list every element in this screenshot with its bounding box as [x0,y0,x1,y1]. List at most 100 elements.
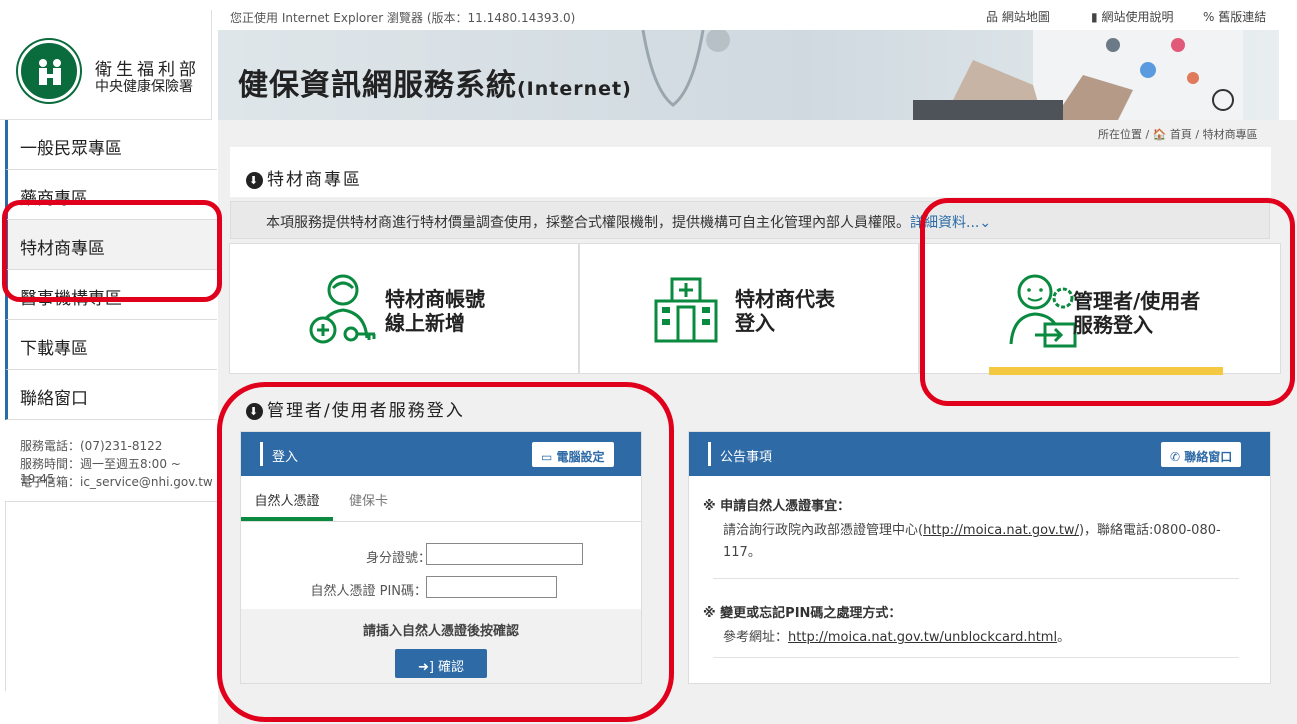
notice-text: 請洽詢行政院內政部憑證管理中心( [723,523,924,538]
moica-link[interactable]: http://moica.nat.gov.tw/ [923,523,1079,538]
section-description: 本項服務提供特材商進行特材價量調查使用，採整合式權限機制，提供機構可自主化管理內… [230,201,1270,239]
login-tabs: 自然人憑證 健保卡 [241,476,641,522]
site-help-link[interactable]: ▮ 網站使用說明 [1091,8,1173,25]
service-phone: 服務電話：(07)231-8122 [20,439,163,453]
sidebar-item-medical-institution[interactable]: 醫事機構專區 [5,270,217,320]
notice-panel: 公告事項 ✆ 聯絡窗口 ※ 申請自然人憑證事宜： 請洽詢行政院內政部憑證管理中心… [688,431,1271,684]
section-title-text: 管理者/使用者服務登入 [267,401,465,421]
active-tab-underline [241,517,333,521]
tile-admin-user-login[interactable]: 管理者/使用者 服務登入 [919,243,1281,375]
system-title: 健保資訊網服務系統(Internet) [238,60,632,104]
contact-label: 聯絡窗口 [1184,450,1233,464]
notice-text: 參考網址： [723,630,789,645]
banner-illustration [641,30,1243,120]
login-panel: 登入 ▭ 電腦設定 自然人憑證 健保卡 身分證號： 自然人憑證 PIN碼： 請插… [240,431,642,684]
header-accent-bar [260,442,263,466]
notice-text: 。 [1057,630,1071,645]
notice-text: 117。 [723,545,761,560]
tab-health-card[interactable]: 健保卡 [349,490,409,509]
phone-icon: ✆ [1170,450,1181,464]
sidebar-item-label: 下載專區 [20,339,88,359]
confirm-label: 確認 [438,660,465,675]
id-number-label: 身分證號： [365,551,431,566]
notice-title: ※ 變更或忘記PIN碼之處理方式： [703,606,902,621]
active-tile-indicator [989,367,1223,375]
system-title-zh: 健保資訊網服務系統 [238,68,517,103]
notice-panel-title: 公告事項 [720,450,773,465]
sidebar-item-special-material[interactable]: 特材商專區 [5,220,217,270]
notice-body: 請洽詢行政院內政部憑證管理中心(http://moica.nat.gov.tw/… [723,520,1248,564]
old-version-label: 舊版連結 [1218,10,1267,24]
sidebar: 衛生福利部 中央健康保險署 一般民眾專區 藥商專區 特材商專區 醫事機構專區 下… [0,0,218,724]
section-title-text: 特材商專區 [267,170,362,190]
pin-label: 自然人憑證 PIN碼： [310,584,427,599]
confirm-button[interactable]: ➜] 確認 [395,649,487,678]
notice-panel-header: 公告事項 ✆ 聯絡窗口 [689,432,1270,476]
pc-settings-label: 電腦設定 [556,450,605,464]
link-icon: % [1203,10,1215,24]
sidebar-item-label: 醫事機構專區 [20,289,122,309]
org-name-agency: 中央健康保險署 [95,79,193,95]
tile-representative-login[interactable]: 特材商代表 登入 [579,243,919,374]
divider [5,501,217,502]
notice-body: 參考網址：http://moica.nat.gov.tw/unblockcard… [723,626,1070,645]
confirm-area: 請插入自然人憑證後按確認 ➜] 確認 [241,609,641,683]
user-add-key-icon [309,274,376,344]
sidebar-item-contact[interactable]: 聯絡窗口 [5,370,217,420]
pin-input[interactable] [426,576,557,598]
description-text: 本項服務提供特材商進行特材價量調查使用，採整合式權限機制，提供機構可自主化管理內… [266,215,910,231]
divider [713,657,1239,658]
nhi-logo-icon [18,40,80,102]
id-number-input[interactable] [426,543,583,565]
unblock-card-link[interactable]: http://moica.nat.gov.tw/unblockcard.html [788,630,1057,645]
divider [5,501,6,691]
tile-label-line2: 服務登入 [1073,313,1153,337]
notice-title: ※ 申請自然人憑證事宜： [703,499,851,514]
tile-label: 特材商帳號 線上新增 [385,287,485,335]
top-bar: 您正使用 Internet Explorer 瀏覽器 (版本：11.1480.1… [218,0,1297,32]
sidebar-item-label: 藥商專區 [20,189,88,209]
logo-area[interactable]: 衛生福利部 中央健康保險署 [0,10,212,120]
sitemap-link[interactable]: 品 網站地圖 [986,8,1050,25]
tile-label-line1: 特材商帳號 [385,287,485,311]
notice-text: )，聯絡電話:0800-080- [1078,523,1221,538]
insert-card-hint: 請插入自然人憑證後按確認 [362,624,519,639]
tile-label-line1: 特材商代表 [735,287,835,311]
sitemap-icon: 品 [986,10,999,24]
tile-label-line2: 登入 [735,311,775,335]
tile-account-register[interactable]: 特材商帳號 線上新增 [229,243,579,374]
divider [713,578,1239,579]
sidebar-item-label: 聯絡窗口 [20,389,88,409]
login-arrow-icon: ➜] [417,660,434,675]
breadcrumb: 所在位置 / 🏠 首頁 / 特材商專區 [1098,128,1258,141]
contact-button[interactable]: ✆ 聯絡窗口 [1161,442,1242,467]
service-email: 電子信箱：ic_service@nhi.gov.tw [20,475,213,489]
arrow-down-circle-icon: ⬇ [246,171,263,189]
site-help-label: 網站使用說明 [1101,10,1174,24]
hospital-building-icon [654,277,718,343]
sitemap-label: 網站地圖 [1001,10,1050,24]
sidebar-item-label: 特材商專區 [20,239,105,259]
browser-note-text: 您正使用 Internet Explorer 瀏覽器 (版本：11.1480.1… [230,11,576,25]
sidebar-item-public[interactable]: 一般民眾專區 [5,120,217,170]
login-panel-header: 登入 ▭ 電腦設定 [241,432,641,476]
sidebar-item-download[interactable]: 下載專區 [5,320,217,370]
section-title-admin-login: ⬇ 管理者/使用者服務登入 [246,396,465,421]
tile-label: 管理者/使用者 服務登入 [1073,289,1200,337]
sidebar-item-label: 一般民眾專區 [20,139,122,159]
section-head-box [230,147,1271,197]
tile-label-line2: 線上新增 [385,311,465,335]
tile-label: 特材商代表 登入 [735,287,835,335]
more-details-link[interactable]: 詳細資料...⌄ [910,215,991,231]
header-accent-bar [708,442,711,466]
section-title-special-material: ⬇ 特材商專區 [246,165,362,190]
tab-citizen-certificate[interactable]: 自然人憑證 [241,490,333,509]
book-icon: ▮ [1091,10,1098,24]
tile-label-line1: 管理者/使用者 [1073,289,1201,313]
arrow-down-circle-icon: ⬇ [246,402,263,420]
sidebar-item-pharma[interactable]: 藥商專區 [5,170,217,220]
banner: 健保資訊網服務系統(Internet) [218,30,1279,120]
browser-version-note: 您正使用 Internet Explorer 瀏覽器 (版本：11.1480.1… [230,9,575,26]
pc-settings-button[interactable]: ▭ 電腦設定 [532,442,614,467]
old-version-link[interactable]: % 舊版連結 [1203,8,1266,25]
